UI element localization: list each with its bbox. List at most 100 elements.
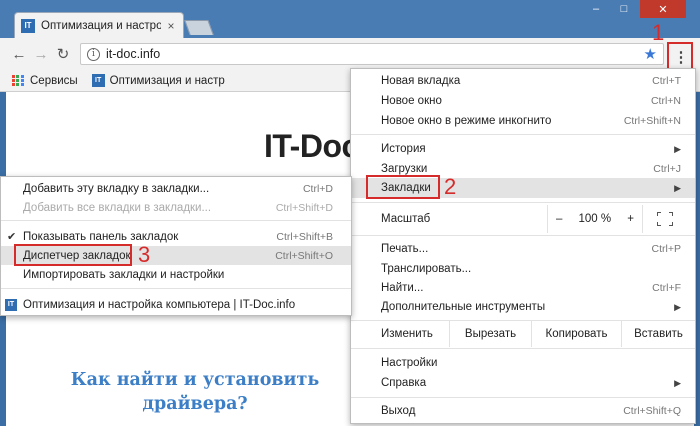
menu-settings[interactable]: Настройки	[351, 353, 695, 373]
menu-shortcut: Ctrl+T	[652, 75, 681, 87]
menu-shortcut: Ctrl+Shift+O	[275, 249, 333, 262]
menu-help[interactable]: Справка ▶	[351, 373, 695, 393]
menu-divider	[1, 288, 351, 289]
submenu-arrow-icon: ▶	[674, 143, 681, 154]
star-icon[interactable]: ★	[644, 45, 657, 63]
headline-line-2: драйвера?	[142, 394, 248, 414]
menu-shortcut: Ctrl+Shift+N	[623, 115, 681, 127]
menu-item-label: Новое окно в режиме инкогнито	[381, 115, 552, 127]
menu-divider	[351, 202, 695, 203]
maximize-icon[interactable]: □	[612, 0, 636, 18]
zoom-value: 100 %	[578, 213, 612, 225]
menu-cast[interactable]: Транслировать...	[351, 259, 695, 279]
menu-item-label: Транслировать...	[381, 263, 472, 275]
back-arrow-icon[interactable]: ←	[8, 43, 30, 65]
menu-shortcut: Ctrl+F	[652, 282, 681, 294]
annotation-box-1	[667, 42, 693, 70]
menu-item-label: Печать...	[381, 243, 429, 255]
minimize-icon[interactable]: –	[584, 0, 608, 18]
menu-find[interactable]: Найти... Ctrl+F	[351, 278, 695, 298]
fullscreen-icon[interactable]	[657, 212, 673, 226]
menu-divider	[351, 397, 695, 398]
new-tab-button[interactable]	[184, 20, 214, 35]
zoom-in-button[interactable]: +	[627, 213, 634, 225]
menu-exit[interactable]: Выход Ctrl+Shift+Q	[351, 401, 695, 421]
menu-shortcut: Ctrl+Shift+D	[275, 201, 333, 214]
menu-shortcut: Ctrl+Shift+B	[276, 230, 333, 243]
menu-item-label: Настройки	[381, 357, 438, 369]
menu-new-window[interactable]: Новое окно Ctrl+N	[351, 91, 695, 111]
paste-button[interactable]: Вставить	[621, 321, 695, 347]
menu-divider	[351, 348, 695, 349]
forward-arrow-icon[interactable]: →	[30, 43, 52, 65]
submenu-arrow-icon: ▶	[674, 377, 681, 388]
submenu-bookmark-it-doc[interactable]: IT Оптимизация и настройка компьютера | I…	[1, 295, 351, 314]
menu-item-label: Новая вкладка	[381, 75, 461, 87]
annotation-box-2	[366, 175, 440, 199]
menu-item-label: Выход	[381, 405, 416, 417]
apps-icon	[12, 74, 24, 87]
menu-shortcut: Ctrl+P	[651, 243, 681, 255]
reload-icon[interactable]: ↻	[52, 43, 74, 65]
submenu-bookmark-all-tabs: Добавить все вкладки в закладки... Ctrl+S…	[1, 198, 351, 217]
menu-item-label: Загрузки	[381, 163, 428, 175]
headline-line-1: Как найти и установить	[70, 370, 320, 390]
window-close-icon[interactable]: ✕	[640, 0, 686, 18]
browser-toolbar: ← → ↻ i it-doc.info ★ ⋮	[0, 38, 700, 70]
menu-divider	[351, 235, 695, 236]
bookmark-services[interactable]: Сервисы	[12, 74, 78, 87]
menu-item-label: Новое окно	[381, 95, 442, 107]
annotation-box-3	[14, 244, 132, 266]
menu-item-label: Добавить эту вкладку в закладки...	[23, 182, 210, 195]
menu-divider	[1, 220, 351, 221]
bookmark-label: Сервисы	[30, 74, 78, 87]
menu-shortcut: Ctrl+N	[650, 95, 681, 107]
menu-item-label: Найти...	[381, 282, 424, 294]
info-icon[interactable]: i	[87, 47, 100, 61]
menu-shortcut: Ctrl+J	[653, 163, 681, 175]
menu-shortcut: Ctrl+Shift+Q	[623, 405, 681, 417]
menu-print[interactable]: Печать... Ctrl+P	[351, 239, 695, 259]
checkmark-icon: ✔	[7, 231, 17, 243]
cut-button[interactable]: Вырезать	[449, 321, 531, 347]
submenu-arrow-icon: ▶	[674, 301, 681, 312]
browser-tab[interactable]: IT Оптимизация и настройк ×	[14, 12, 184, 38]
site-title[interactable]: IT-Doc	[264, 128, 359, 165]
menu-item-label: Дополнительные инструменты	[381, 301, 546, 313]
menu-history[interactable]: История ▶	[351, 139, 695, 159]
submenu-import-bookmarks[interactable]: Импортировать закладки и настройки	[1, 265, 351, 284]
menu-item-label: Справка	[381, 377, 427, 389]
copy-button[interactable]: Копировать	[531, 321, 621, 347]
bookmark-favicon: IT	[5, 298, 17, 311]
tab-title: Оптимизация и настройк	[41, 19, 161, 32]
window-titlebar: IT Оптимизация и настройк × – □ ✕	[0, 0, 700, 38]
menu-incognito-window[interactable]: Новое окно в режиме инкогнито Ctrl+Shift+…	[351, 111, 695, 131]
menu-edit-row: Изменить Вырезать Копировать Вставить	[351, 321, 695, 347]
menu-shortcut: Ctrl+D	[302, 182, 333, 195]
submenu-bookmark-this-tab[interactable]: Добавить эту вкладку в закладки... Ctrl+D	[1, 179, 351, 198]
zoom-label: Масштаб	[381, 213, 431, 225]
zoom-controls: – 100 % +	[547, 205, 643, 233]
menu-item-label: История	[381, 143, 426, 155]
zoom-out-button[interactable]: –	[556, 213, 562, 225]
annotation-number-3: 3	[138, 242, 151, 267]
bookmark-favicon: IT	[91, 74, 105, 87]
menu-item-label: Добавить все вкладки в закладки...	[23, 201, 212, 214]
menu-zoom-row: Масштаб – 100 % +	[351, 205, 695, 233]
address-bar[interactable]: i it-doc.info ★	[80, 43, 664, 65]
menu-divider	[351, 134, 695, 135]
bookmark-label: Оптимизация и настр	[109, 74, 225, 87]
edit-label: Изменить	[381, 328, 433, 340]
menu-item-label: Оптимизация и настройка компьютера | IT-…	[23, 298, 296, 311]
url-text: it-doc.info	[106, 47, 161, 61]
article-headline[interactable]: Как найти и установить драйвера?	[50, 368, 340, 416]
annotation-number-1: 1	[652, 20, 665, 45]
menu-new-tab[interactable]: Новая вкладка Ctrl+T	[351, 71, 695, 91]
chrome-main-menu: Новая вкладка Ctrl+T Новое окно Ctrl+N Нов…	[350, 68, 696, 424]
tab-close-icon[interactable]: ×	[165, 19, 177, 33]
bookmark-it-doc[interactable]: IT Оптимизация и настр	[91, 74, 225, 87]
menu-more-tools[interactable]: Дополнительные инструменты ▶	[351, 297, 695, 317]
annotation-number-2: 2	[444, 174, 457, 199]
tab-favicon: IT	[21, 18, 35, 33]
menu-item-label: Импортировать закладки и настройки	[23, 268, 225, 281]
